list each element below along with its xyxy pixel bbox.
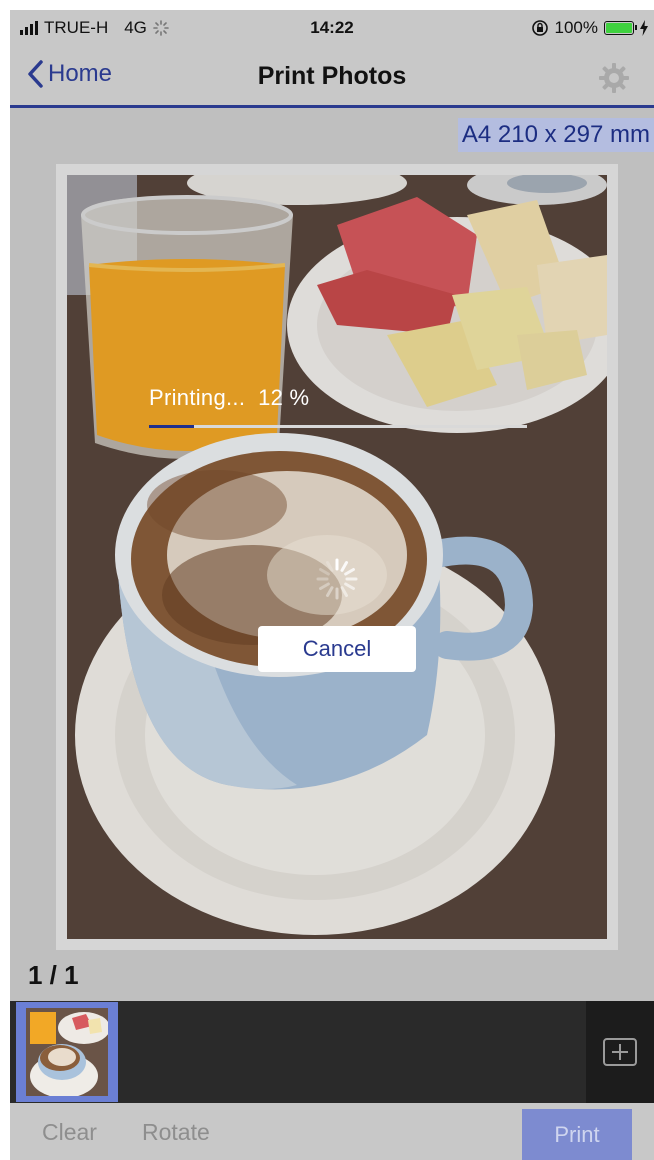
plus-icon — [603, 1038, 637, 1066]
page-title: Print Photos — [257, 62, 407, 90]
photo-preview-frame: Printing... 12 % Cancel — [56, 164, 618, 950]
status-right: 100% — [531, 18, 648, 38]
print-photos-screen: TRUE-H 4G 14:22 100% Home Print Photos A… — [10, 10, 654, 1160]
battery-icon — [604, 21, 637, 35]
clear-button[interactable]: Clear — [42, 1119, 97, 1146]
print-progress-bar — [149, 425, 527, 428]
paper-size-label[interactable]: A4 210 x 297 mm — [457, 118, 654, 152]
charging-icon — [640, 20, 648, 36]
thumbnail-strip[interactable] — [10, 1001, 654, 1103]
thumbnail-photo — [26, 1008, 108, 1096]
photo-preview: Printing... 12 % Cancel — [67, 175, 607, 939]
battery-percent: 100% — [554, 18, 598, 37]
rotation-lock-icon — [531, 20, 548, 36]
photo-thumbnail-selected[interactable] — [16, 1002, 118, 1102]
navigation-bar: Home Print Photos — [10, 46, 654, 108]
bottom-toolbar: Clear Rotate Print — [10, 1103, 654, 1160]
status-bar: TRUE-H 4G 14:22 100% — [10, 10, 654, 46]
rotate-button[interactable]: Rotate — [142, 1119, 210, 1146]
page-counter: 1 / 1 — [28, 960, 79, 990]
printing-status: Printing... 12 % — [149, 385, 309, 411]
loading-spinner-icon — [316, 558, 358, 600]
thumbnail-image — [26, 1008, 108, 1096]
gear-icon[interactable] — [596, 60, 632, 96]
add-photo-button[interactable] — [586, 1001, 654, 1103]
printing-percent: 12 % — [258, 385, 310, 410]
cancel-button[interactable]: Cancel — [258, 626, 416, 672]
print-progress-fill — [149, 425, 195, 428]
print-button[interactable]: Print — [522, 1109, 632, 1160]
printing-label: Printing... — [149, 385, 246, 410]
